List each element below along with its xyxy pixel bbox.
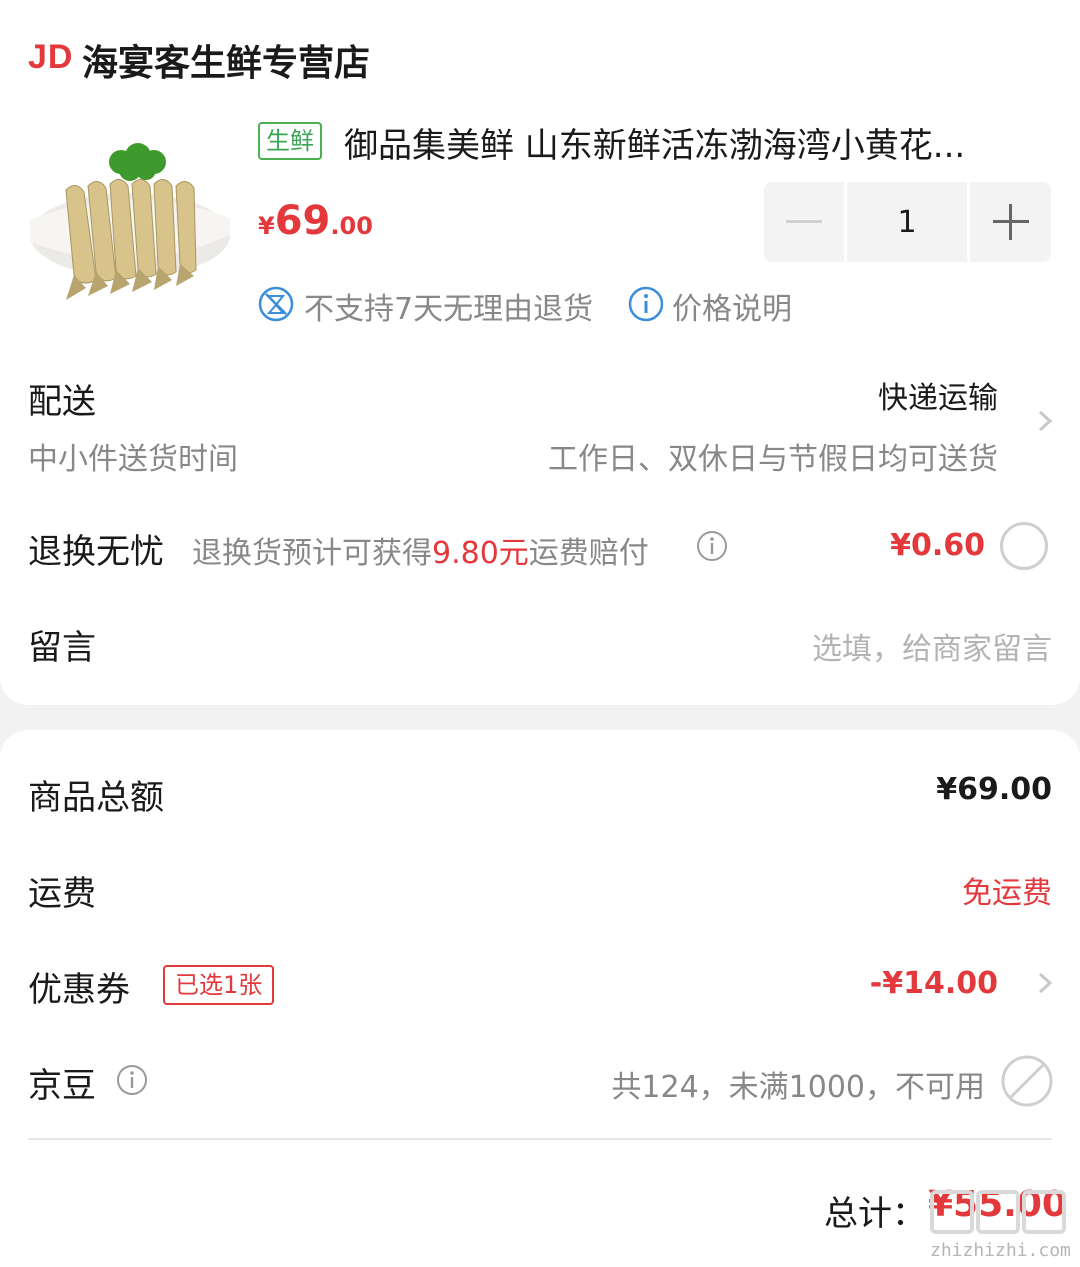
no-return-icon xyxy=(258,286,294,322)
store-name[interactable]: 海宴客生鲜专营店 xyxy=(82,34,370,86)
jd-logo: JD xyxy=(28,38,74,76)
message-input[interactable]: 选填，给商家留言 xyxy=(812,624,1052,668)
chevron-right-icon[interactable] xyxy=(1034,410,1056,432)
jingdou-label: 京豆 xyxy=(28,1066,96,1106)
plus-icon xyxy=(992,204,1029,240)
shipping-label: 运费 xyxy=(28,874,96,914)
quantity-value[interactable]: 1 xyxy=(847,182,967,262)
info-icon xyxy=(628,286,664,322)
goods-total-value: ¥69.00 xyxy=(936,772,1052,807)
coupon-label: 优惠券 xyxy=(28,970,130,1010)
total-label: 总计： xyxy=(824,1194,926,1234)
price-explanation-link[interactable]: 价格说明 xyxy=(672,284,792,328)
watermark-logo-icon xyxy=(930,1190,1066,1234)
minus-icon xyxy=(786,220,822,223)
delivery-time-label: 中小件送货时间 xyxy=(28,442,238,477)
jingdou-value: 共124，未满1000，不可用 xyxy=(611,1070,985,1105)
product-image[interactable] xyxy=(26,110,234,320)
summary-divider xyxy=(28,1138,1052,1140)
unavailable-icon xyxy=(1001,1055,1053,1107)
return-service-label: 退换无忧 xyxy=(28,532,164,572)
chevron-right-icon[interactable] xyxy=(1034,972,1056,994)
coupon-selected-badge: 已选1张 xyxy=(163,965,275,1005)
delivery-label: 配送 xyxy=(28,382,96,422)
increase-quantity-button[interactable] xyxy=(970,182,1051,262)
message-label: 留言 xyxy=(28,628,96,668)
shipping-value: 免运费 xyxy=(962,876,1052,911)
delivery-time-value: 工作日、双休日与节假日均可送货 xyxy=(548,442,998,477)
fresh-badge: 生鲜 xyxy=(258,122,322,160)
order-store-card: JD 海宴客生鲜专营店 生鲜 御品集美鲜 山东新鲜活冻渤海湾小黄花... ¥69… xyxy=(0,0,1080,705)
info-icon[interactable] xyxy=(696,530,728,562)
decrease-quantity-button[interactable] xyxy=(764,182,844,262)
quantity-stepper: 1 xyxy=(764,182,1054,262)
product-title[interactable]: 御品集美鲜 山东新鲜活冻渤海湾小黄花... xyxy=(344,118,965,167)
return-service-desc: 退换货预计可获得9.80元运费赔付 xyxy=(192,536,649,571)
no-return-notice: 不支持7天无理由退货 xyxy=(304,292,594,327)
product-price: ¥69.00 xyxy=(258,198,373,244)
return-service-radio[interactable] xyxy=(1000,522,1048,570)
watermark-text: zhizhizhi.com xyxy=(930,1240,1071,1261)
goods-total-label: 商品总额 xyxy=(28,778,164,818)
delivery-method[interactable]: 快递运输 xyxy=(878,373,998,417)
coupon-value[interactable]: -¥14.00 xyxy=(870,966,998,1001)
return-service-price: ¥0.60 xyxy=(890,528,985,563)
yellow-croaker-fish-icon xyxy=(30,143,230,300)
info-icon[interactable] xyxy=(116,1064,148,1096)
